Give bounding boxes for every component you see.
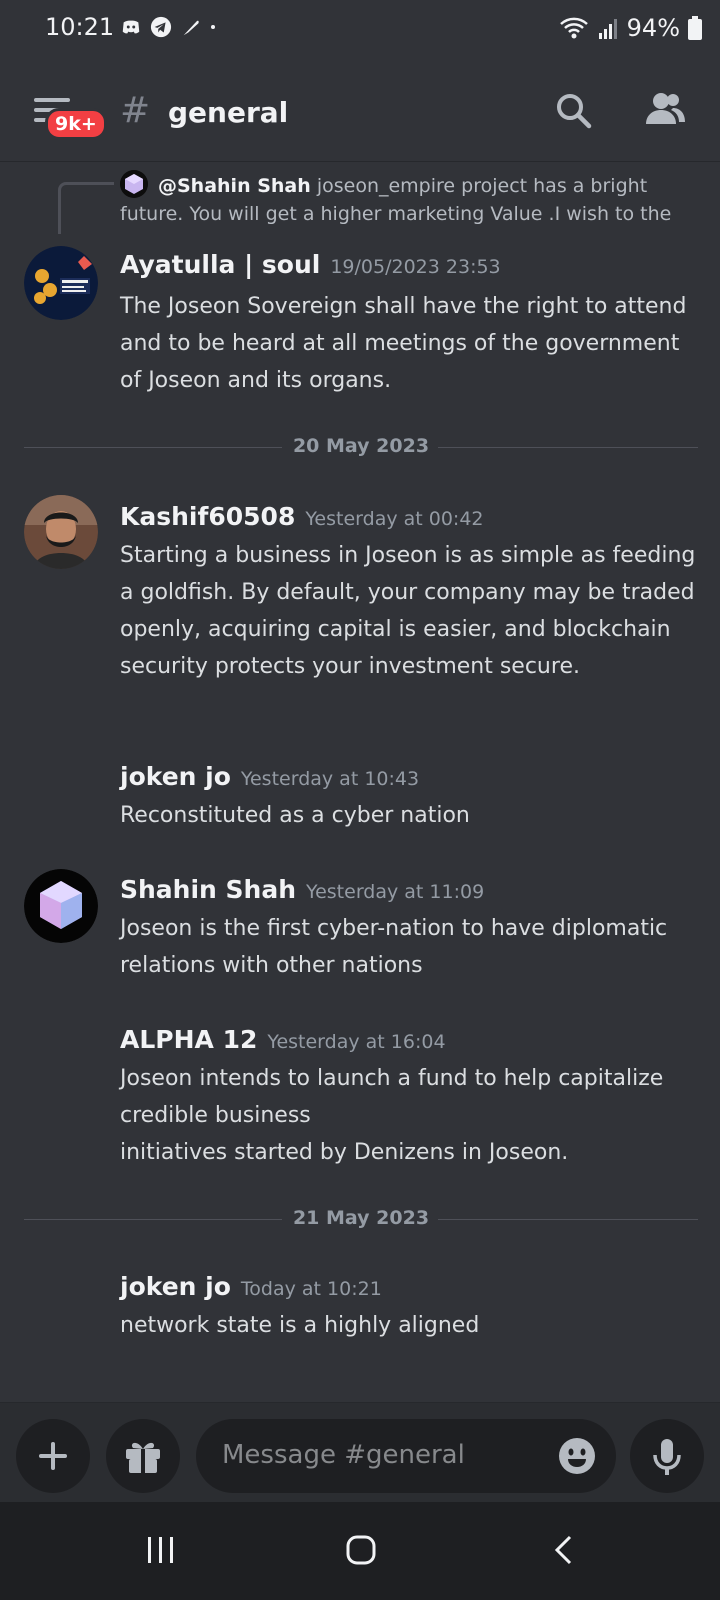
channel-header: 9k+ # general <box>0 60 720 162</box>
message-timestamp: Yesterday at 11:09 <box>306 881 485 903</box>
message-text: Joseon is the first cyber-nation to have… <box>120 916 668 978</box>
message-timestamp: Yesterday at 16:04 <box>267 1031 446 1053</box>
message-placeholder: Message #general <box>222 1440 465 1470</box>
author-name[interactable]: Ayatulla | soul <box>120 250 320 279</box>
gift-icon <box>126 1442 160 1473</box>
reply-preview[interactable]: @Shahin Shah joseon_empire project has a… <box>120 172 680 228</box>
message-text: The Joseon Sovereign shall have the righ… <box>120 294 687 393</box>
message-author[interactable]: Kashif60508 Yesterday at 00:42 <box>120 502 484 531</box>
voice-message-button[interactable] <box>630 1419 704 1493</box>
signal-icon <box>598 19 617 39</box>
message-timestamp: Today at 10:21 <box>240 1278 382 1300</box>
author-name[interactable]: Kashif60508 <box>120 502 295 531</box>
unread-badge: 9k+ <box>45 108 107 140</box>
gift-button[interactable] <box>106 1419 180 1493</box>
message-author[interactable]: Ayatulla | soul 19/05/2023 23:53 <box>120 250 501 279</box>
author-name[interactable]: ALPHA 12 <box>120 1025 257 1054</box>
message-author[interactable]: Shahin Shah Yesterday at 11:09 <box>120 875 484 904</box>
date-divider: 20 May 2023 <box>24 432 698 462</box>
author-name[interactable]: Shahin Shah <box>120 875 296 904</box>
message-composer: Message #general <box>0 1402 720 1502</box>
message-text: Starting a business in Joseon is as simp… <box>120 543 696 679</box>
battery-icon <box>688 16 702 40</box>
author-name[interactable]: joken jo <box>120 1272 231 1301</box>
system-navigation-bar <box>0 1502 720 1600</box>
avatar[interactable] <box>24 495 98 569</box>
feather-icon <box>183 20 199 36</box>
emoji-icon[interactable] <box>558 1437 596 1475</box>
plus-icon <box>39 1442 67 1470</box>
back-icon[interactable] <box>552 1534 576 1566</box>
message-input[interactable]: Message #general <box>196 1419 616 1493</box>
dot-icon <box>211 25 215 29</box>
message-text: Joseon intends to launch a fund to help … <box>120 1060 700 1171</box>
message-timestamp: 19/05/2023 23:53 <box>330 256 501 278</box>
members-icon[interactable] <box>643 90 687 130</box>
status-indicators: 94% <box>559 14 702 42</box>
date-divider: 21 May 2023 <box>24 1204 698 1234</box>
message-timestamp: Yesterday at 00:42 <box>305 508 484 530</box>
discord-icon <box>122 20 140 34</box>
author-name[interactable]: joken jo <box>120 762 231 791</box>
status-time: 10:21 <box>45 13 115 41</box>
divider-date: 20 May 2023 <box>292 435 430 457</box>
search-icon[interactable] <box>555 92 593 130</box>
status-bar: 10:21 94% <box>0 0 720 60</box>
add-attachment-button[interactable] <box>16 1419 90 1493</box>
message-author[interactable]: ALPHA 12 Yesterday at 16:04 <box>120 1025 446 1054</box>
reply-connector <box>58 182 114 234</box>
battery-level: 94% <box>626 14 680 42</box>
microphone-icon <box>653 1439 681 1475</box>
telegram-icon <box>150 16 172 38</box>
avatar[interactable] <box>24 869 98 943</box>
recent-apps-icon[interactable] <box>146 1534 176 1566</box>
channel-hash-icon: # <box>120 90 151 131</box>
wifi-icon <box>559 17 588 39</box>
message-text: Reconstituted as a cyber nation <box>120 803 470 828</box>
channel-title[interactable]: general <box>168 96 288 129</box>
message-timestamp: Yesterday at 10:43 <box>240 768 420 790</box>
reply-author: @Shahin Shah <box>158 175 311 197</box>
divider-date: 21 May 2023 <box>292 1207 430 1229</box>
message-author[interactable]: joken jo Today at 10:21 <box>120 1272 382 1301</box>
message-text: network state is a highly aligned <box>120 1313 480 1338</box>
message-line: initiatives started by Denizens in Joseo… <box>120 1140 569 1165</box>
notification-icons <box>120 16 222 38</box>
message-line: Joseon intends to launch a fund to help … <box>120 1066 664 1128</box>
home-icon[interactable] <box>345 1534 377 1566</box>
avatar[interactable] <box>24 246 98 320</box>
message-author[interactable]: joken jo Yesterday at 10:43 <box>120 762 419 791</box>
